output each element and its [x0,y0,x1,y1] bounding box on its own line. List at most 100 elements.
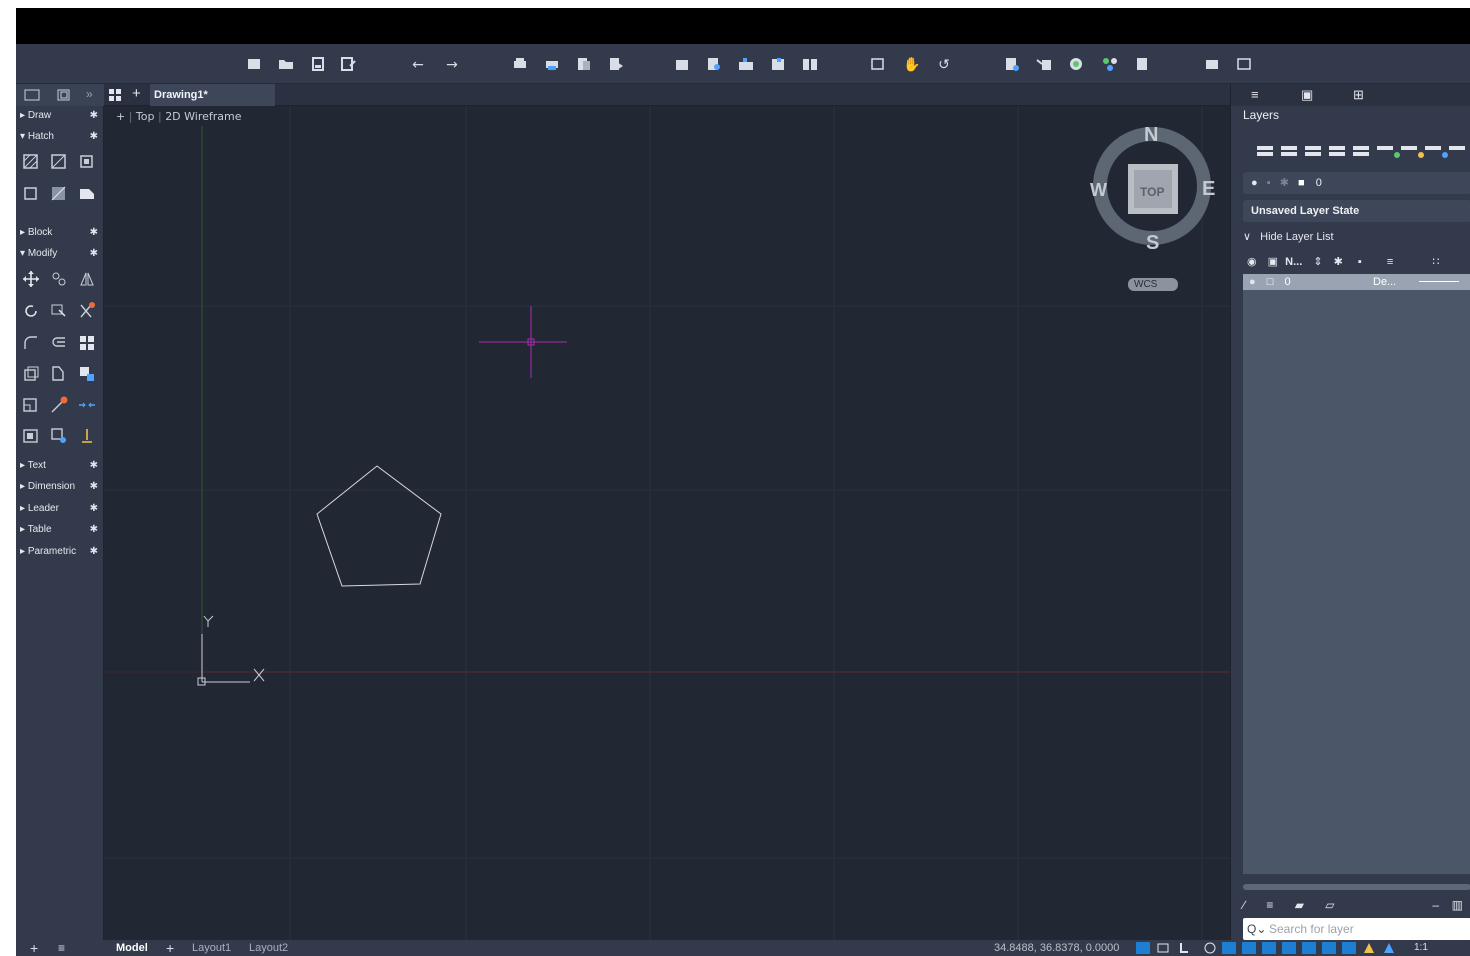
add-layout-icon[interactable]: + [30,940,38,956]
new-tab-icon[interactable]: + [132,85,141,102]
gear-icon[interactable]: ✱ [90,542,98,562]
layer-linetype[interactable]: De... [1373,274,1396,290]
linetype-column-icon[interactable]: ∷ [1432,256,1439,268]
freeze-column-icon[interactable]: ✱ [1334,256,1343,268]
minimize-icon[interactable]: – [1432,898,1439,912]
viewcube-north[interactable]: N [1144,124,1158,147]
save-icon[interactable] [308,56,328,74]
mirror-icon[interactable] [78,270,96,288]
properties-icon[interactable] [1002,56,1022,74]
sort-icon[interactable]: ⇕ [1313,256,1322,268]
tab-drawing1[interactable]: Drawing1* [150,84,275,106]
viewcube[interactable]: N S E W TOP WCS [1090,122,1230,292]
viewcube-top-face[interactable]: TOP [1140,185,1164,199]
publish-icon[interactable] [574,56,594,74]
export-icon[interactable] [704,56,724,74]
offset-icon[interactable] [50,334,68,352]
layers-tab-icon[interactable]: ≡ [1251,87,1259,102]
section-leader[interactable]: ▸ Leader ✱ [16,499,104,519]
gear-icon[interactable]: ✱ [90,520,98,540]
layer-state-dropdown[interactable]: Unsaved Layer State [1243,200,1470,222]
lineweight-column-icon[interactable]: ≡ [1387,256,1393,268]
layout-list-icon[interactable]: ≡ [58,940,65,956]
batch-plot-icon[interactable] [542,56,562,74]
import-icon[interactable] [672,56,692,74]
xref-icon[interactable] [736,56,756,74]
section-text[interactable]: ▸ Text ✱ [16,456,104,476]
gear-icon[interactable]: ✱ [90,456,98,476]
coordinates-readout[interactable]: 34.8488, 36.8378, 0.0000 [994,940,1119,956]
section-block[interactable]: ▸ Block ✱ [16,223,104,243]
purge-icon[interactable] [1066,56,1086,74]
match-icon[interactable] [1034,56,1054,74]
layer-properties-icon[interactable]: ≡ [1266,898,1273,912]
pentagon[interactable] [316,465,442,587]
break-icon[interactable] [22,396,40,414]
orbit-icon[interactable]: ↺ [934,56,954,74]
tab-layout2[interactable]: Layout2 [249,940,288,956]
visual-style-label[interactable]: 2D Wireframe [165,110,241,123]
new-layout-icon[interactable]: + [166,940,174,956]
drawing-canvas[interactable]: X Y + | Top | 2D Wireframe N S E W TOP W… [104,106,1230,940]
move-icon[interactable] [22,270,40,288]
expand-icon[interactable]: » [86,87,93,101]
fillet-icon[interactable] [22,334,40,352]
model-space-icon[interactable] [24,88,40,102]
section-table[interactable]: ▸ Table ✱ [16,520,104,540]
status-icon[interactable]: ▣ [1268,256,1278,268]
gradient-icon[interactable] [50,153,68,171]
section-draw[interactable]: ▸ Draw ✱ [16,106,104,126]
save-layer-icon[interactable]: ▱ [1325,898,1334,912]
blocks-tab-icon[interactable]: ⊞ [1353,87,1364,103]
gear-icon[interactable]: ✱ [90,499,98,519]
redo-icon[interactable]: → [442,56,462,74]
section-parametric[interactable]: ▸ Parametric ✱ [16,542,104,562]
new-icon[interactable] [244,56,264,74]
layer-visibility-icon[interactable]: ● [1249,276,1256,288]
hatch-icon[interactable] [22,153,40,171]
viewport-controls[interactable]: + | Top | 2D Wireframe [116,110,242,123]
boundary-icon[interactable] [78,153,96,171]
extend-icon[interactable] [50,396,68,414]
current-layer-dropdown[interactable]: ● ▪ ✱ ■ 0 [1243,172,1470,194]
gear-icon[interactable]: ✱ [90,477,98,497]
section-hatch[interactable]: ▾ Hatch ✱ [16,127,104,147]
chamfer-icon[interactable] [50,427,68,445]
array-icon[interactable] [78,334,96,352]
workspace-icon[interactable] [1202,56,1222,74]
region-icon[interactable] [22,185,40,203]
open-layer-icon[interactable]: ▰ [1295,898,1304,912]
section-dimension[interactable]: ▸ Dimension ✱ [16,477,104,497]
plot-icon[interactable] [510,56,530,74]
lengthen-icon[interactable] [78,427,96,445]
ucs-menu[interactable]: WCS [1134,279,1157,290]
tab-layout1[interactable]: Layout1 [192,940,231,956]
join-icon[interactable] [78,396,96,414]
share-icon[interactable] [1132,56,1152,74]
viewcube-east[interactable]: E [1202,178,1215,201]
scale-icon[interactable] [78,365,96,383]
tab-grid-icon[interactable] [108,88,122,102]
layer-row[interactable]: ● □ 0 De... [1243,274,1470,290]
columns-icon[interactable]: ▥ [1452,898,1463,912]
section-modify[interactable]: ▾ Modify ✱ [16,244,104,264]
annotation-scale[interactable]: 1:1 [1414,940,1428,956]
gear-icon[interactable]: ✱ [90,106,98,126]
viewport-menu-button[interactable]: + [116,110,125,123]
rotate-icon[interactable] [22,302,40,320]
layout-icon[interactable] [1234,56,1254,74]
viewcube-south[interactable]: S [1146,232,1159,255]
gear-icon[interactable]: ✱ [90,244,98,264]
pan-icon[interactable]: ✋ [902,56,922,74]
hide-layer-list-toggle[interactable]: ∨ Hide Layer List [1243,228,1470,246]
layer-list-scrollbar[interactable] [1243,884,1470,890]
view-label[interactable]: Top [136,110,155,123]
trim-icon[interactable] [78,302,96,320]
eye-icon[interactable]: ◉ [1247,256,1257,268]
open-icon[interactable] [276,56,296,74]
compare-icon[interactable] [800,56,820,74]
wipeout-icon[interactable] [50,185,68,203]
zoom-window-icon[interactable] [868,56,888,74]
layer-search-input[interactable]: Q⌄ Search for layer [1243,918,1470,940]
stretch-icon[interactable] [50,365,68,383]
